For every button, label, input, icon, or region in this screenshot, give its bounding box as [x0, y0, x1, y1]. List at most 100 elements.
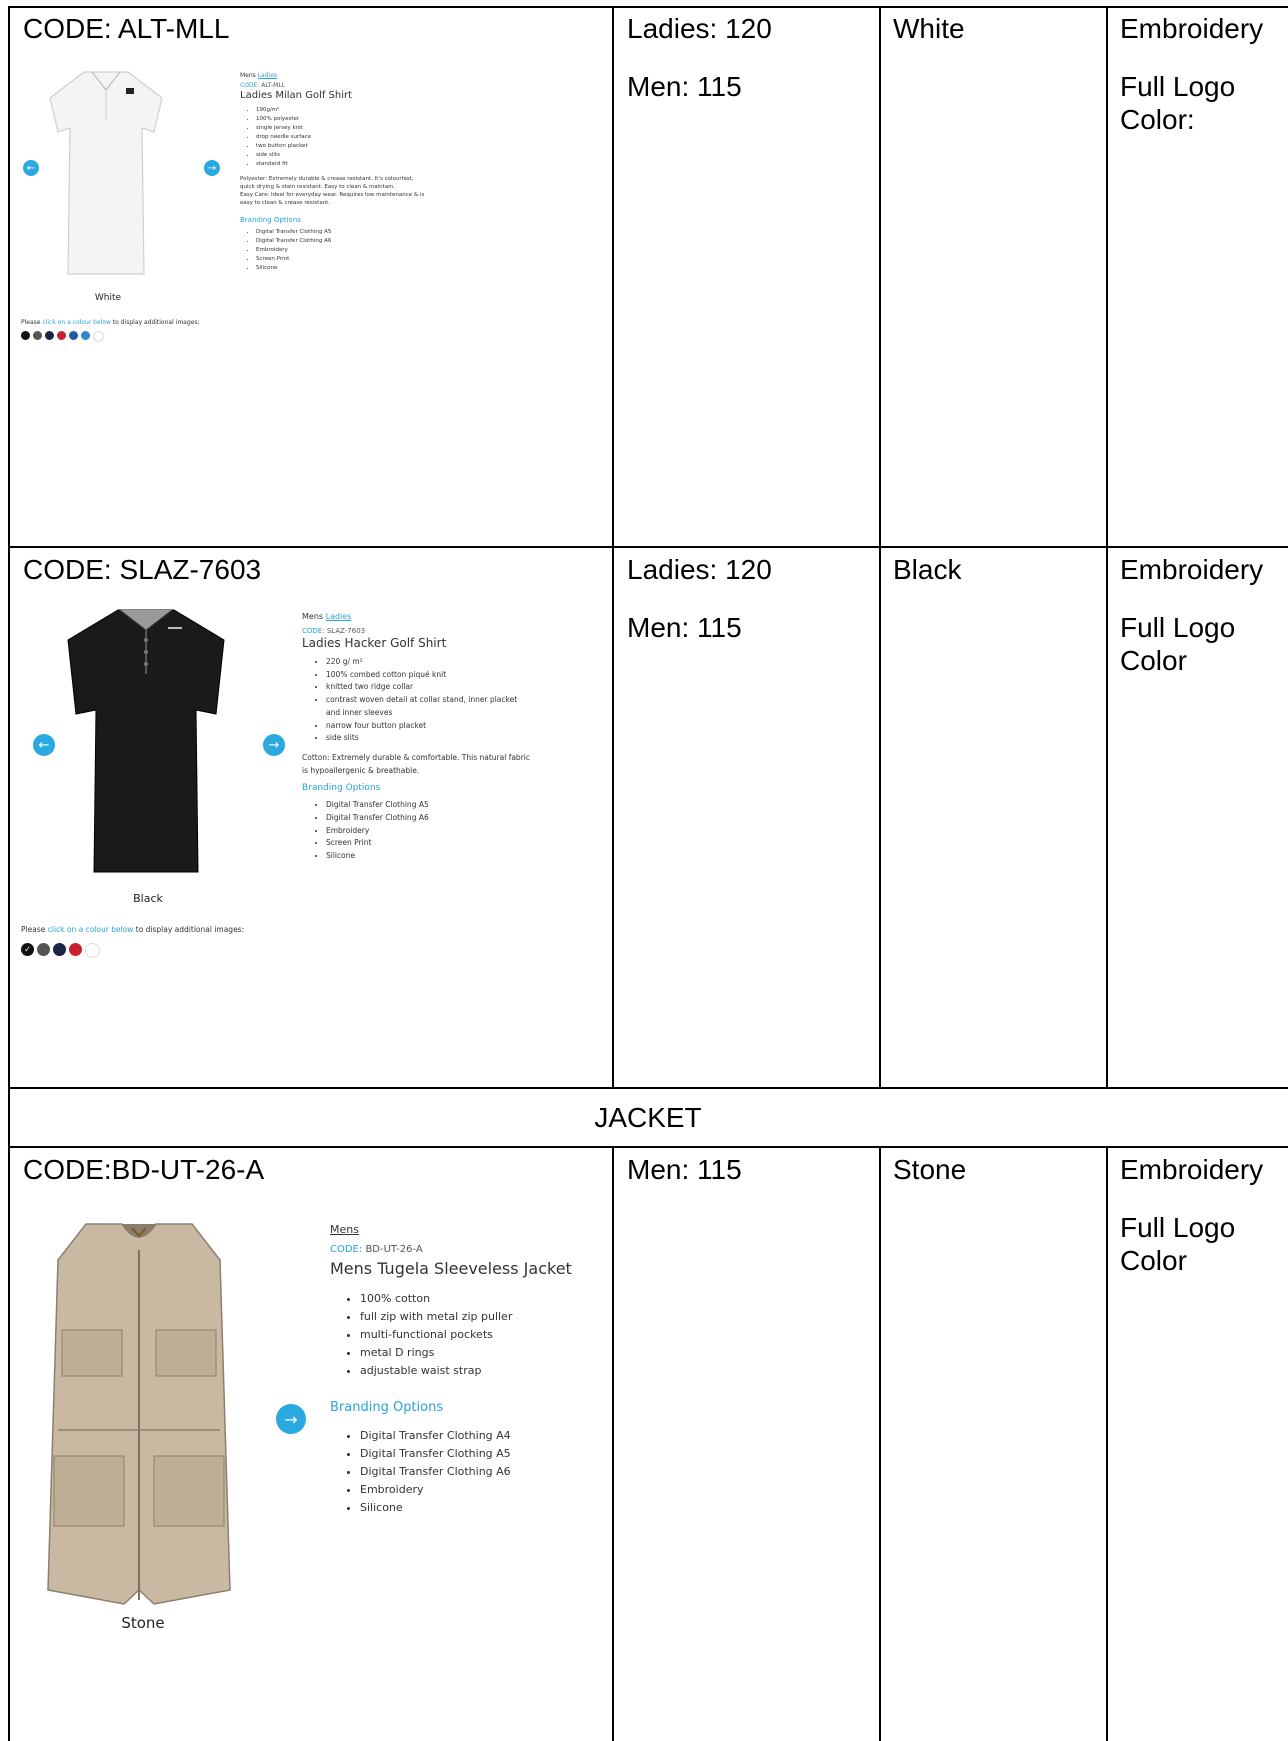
size-men: Men: 115	[627, 71, 742, 102]
size-ladies: Ladies: 120	[627, 554, 772, 585]
list-item: Embroidery	[256, 246, 440, 255]
colour-link[interactable]: click on a colour below	[48, 925, 134, 934]
swatch-red[interactable]	[69, 943, 82, 956]
list-item: Silicone	[360, 1499, 590, 1517]
size-ladies: Ladies: 120	[627, 13, 772, 44]
product-title: Ladies Milan Golf Shirt	[240, 90, 353, 101]
list-item: Embroidery	[360, 1481, 590, 1499]
product-description: Cotton: Extremely durable & comfortable.…	[302, 752, 530, 775]
swatch-black-selected[interactable]: ✓	[21, 943, 34, 956]
tab-ladies[interactable]: Ladies	[258, 72, 277, 79]
prev-image-button[interactable]: ←	[33, 734, 55, 756]
next-image-button[interactable]: →	[204, 160, 220, 176]
size-men: Men: 115	[627, 612, 742, 643]
gender-tabs: Mens Ladies	[302, 612, 537, 621]
colour-link[interactable]: click on a colour below	[42, 319, 111, 326]
tab-ladies[interactable]: Ladies	[326, 612, 352, 621]
prev-image-button[interactable]: ←	[23, 160, 39, 176]
color-value: Stone	[893, 1154, 967, 1185]
list-item: full zip with metal zip puller	[360, 1308, 590, 1326]
product-screenshot: ← → Black Please click on a colour below…	[8, 596, 608, 976]
swatch-white[interactable]	[93, 331, 104, 342]
black-golf-shirt-image	[67, 609, 225, 873]
image-caption: White	[94, 293, 122, 303]
branding-options-heading: Branding Options	[302, 783, 381, 794]
next-image-button[interactable]: →	[263, 734, 285, 756]
branding-list: Digital Transfer Clothing A4 Digital Tra…	[330, 1427, 590, 1517]
next-image-button[interactable]: →	[276, 1404, 306, 1434]
list-item: narrow four button placket	[326, 720, 537, 733]
gender-tabs: Mens Ladies	[240, 72, 440, 79]
swatch-grey[interactable]	[33, 331, 42, 340]
colour-swatches: ✓	[21, 943, 100, 958]
product-details: Mens Ladies CODE: SLAZ-7603 Ladies Hacke…	[302, 612, 537, 863]
product-screenshot: → Stone Mens CODE: BD-UT-26-A Mens Tugel…	[8, 1206, 608, 1646]
table-border-top	[8, 6, 1288, 8]
product-code-line: CODE: BD-UT-26-A	[330, 1244, 423, 1255]
swatch-grey[interactable]	[37, 943, 50, 956]
product-title: Mens Tugela Sleeveless Jacket	[330, 1259, 572, 1278]
product-description: Polyester: Extremely durable & crease re…	[240, 176, 414, 190]
column-divider	[879, 6, 881, 1088]
list-item: drop needle surface	[256, 133, 440, 142]
color-value: White	[893, 13, 965, 44]
branding-list: Digital Transfer Clothing A5 Digital Tra…	[240, 228, 440, 273]
swatch-navy[interactable]	[45, 331, 54, 340]
product-details: Mens CODE: BD-UT-26-A Mens Tugela Sleeve…	[330, 1223, 590, 1517]
list-item: Digital Transfer Clothing A4	[360, 1427, 590, 1445]
list-item: single jersey knit	[256, 124, 440, 133]
feature-list: 220 g/ m² 100% combed cotton piqué knit …	[302, 656, 537, 745]
list-item: metal D rings	[360, 1344, 590, 1362]
colour-swatches	[21, 331, 104, 342]
list-item: side slits	[326, 732, 537, 745]
feature-list: 190g/m² 100% polyester single jersey kni…	[240, 106, 440, 169]
list-item: knitted two ridge collar	[326, 681, 537, 694]
tab-mens[interactable]: Mens	[240, 72, 256, 79]
list-item: Digital Transfer Clothing A6	[256, 237, 440, 246]
branding-method: Embroidery	[1120, 554, 1264, 585]
swatch-navy[interactable]	[53, 943, 66, 956]
product-details: Mens Ladies CODE: ALT-MLL Ladies Milan G…	[240, 72, 440, 273]
product-code: CODE:BD-UT-26-A	[23, 1154, 265, 1185]
list-item: 100% combed cotton piqué knit	[326, 669, 537, 682]
column-divider	[1106, 1147, 1108, 1741]
branding-options-heading: Branding Options	[330, 1400, 444, 1415]
list-item: Screen Print	[256, 255, 440, 264]
product-code-line: CODE: ALT-MLL	[240, 82, 286, 89]
swatch-red[interactable]	[57, 331, 66, 340]
branding-method: Embroidery	[1120, 13, 1264, 44]
list-item: adjustable waist strap	[360, 1362, 590, 1380]
section-heading: JACKET	[594, 1102, 702, 1133]
size-men: Men: 115	[627, 1154, 742, 1185]
swatch-white[interactable]	[85, 943, 100, 958]
list-item: two button placket	[256, 142, 440, 151]
list-item: Silicone	[326, 850, 537, 863]
list-item: 190g/m²	[256, 106, 440, 115]
white-golf-shirt-image	[49, 71, 163, 275]
color-value: Black	[893, 554, 962, 585]
swatch-blue[interactable]	[81, 331, 90, 340]
list-item: multi-functional pockets	[360, 1326, 590, 1344]
list-item: standard fit	[256, 160, 440, 169]
tab-mens[interactable]: Mens	[330, 1223, 590, 1236]
swatch-black[interactable]	[21, 331, 30, 340]
list-item: Screen Print	[326, 837, 537, 850]
tab-mens[interactable]: Mens	[302, 612, 323, 621]
column-divider	[612, 6, 614, 1088]
branding-detail: Full Logo Color:	[1120, 71, 1236, 135]
list-item: side slits	[256, 151, 440, 160]
branding-detail: Full Logo Color	[1120, 1212, 1236, 1276]
branding-method: Embroidery	[1120, 1154, 1264, 1185]
list-item: Digital Transfer Clothing A6	[360, 1463, 590, 1481]
column-divider	[612, 1147, 614, 1741]
product-description: Easy Care: Ideal for everyday wear. Requ…	[240, 192, 425, 206]
list-item: 100% cotton	[360, 1290, 590, 1308]
colour-prompt: Please click on a colour below to displa…	[21, 319, 200, 326]
colour-prompt: Please click on a colour below to displa…	[21, 925, 245, 934]
branding-list: Digital Transfer Clothing A5 Digital Tra…	[302, 799, 537, 863]
swatch-royal[interactable]	[69, 331, 78, 340]
product-code: CODE: SLAZ-7603	[23, 554, 262, 585]
branding-options-heading: Branding Options	[240, 216, 301, 224]
product-table: CODE: ALT-MLL Ladies: 120 Men: 115 White…	[8, 6, 1288, 1741]
list-item: 100% polyester	[256, 115, 440, 124]
